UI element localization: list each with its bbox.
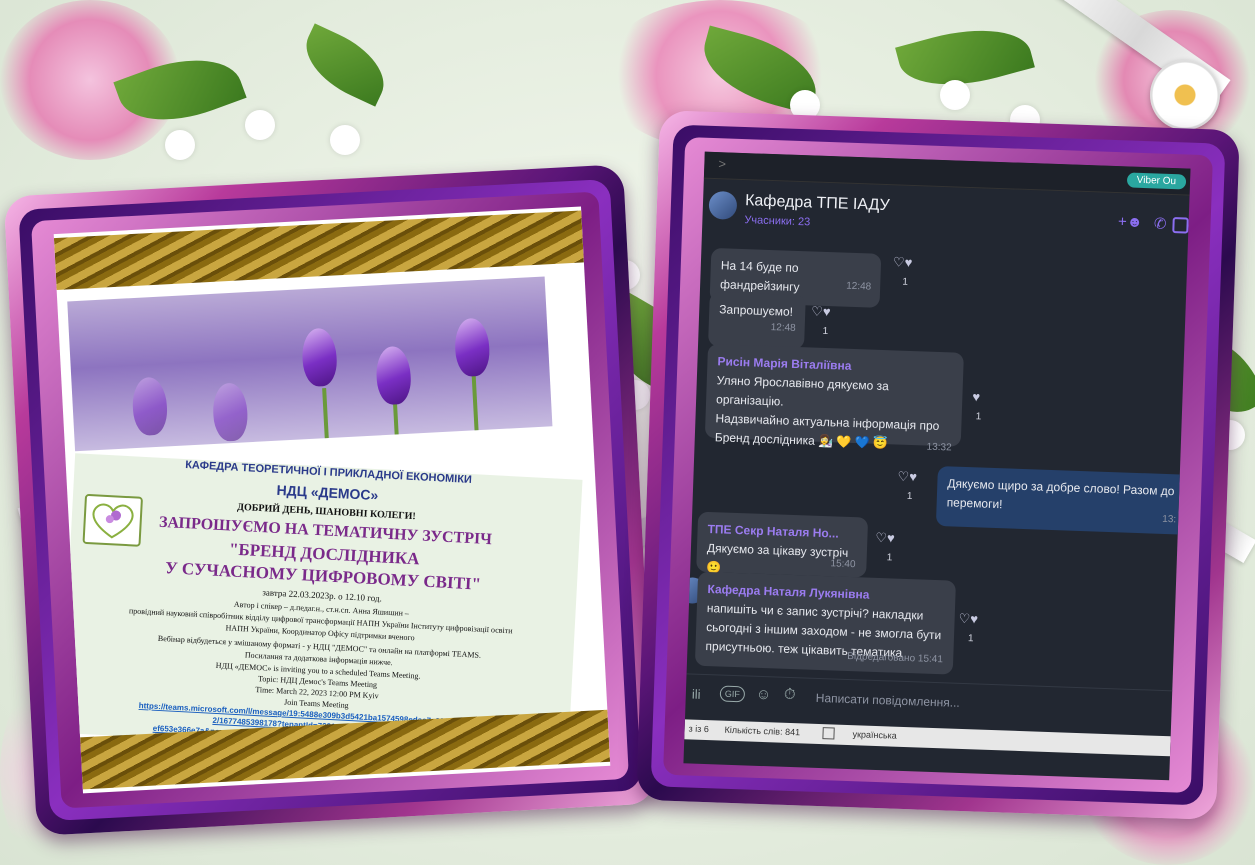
heart-icon[interactable]: ♡♥: [897, 469, 917, 486]
viber-out-badge[interactable]: Viber Ou: [1126, 172, 1187, 190]
proofing-icon[interactable]: [822, 727, 835, 740]
crocus-flower: [301, 327, 339, 388]
heart-icon[interactable]: ♥: [972, 389, 980, 404]
message-time: 12:48: [845, 280, 872, 293]
crocus-photo: [67, 276, 553, 452]
announcement-document: КАФЕДРА ТЕОРЕТИЧНОЇ І ПРИКЛАДНОЇ ЕКОНОМІ…: [53, 206, 611, 794]
timer-icon[interactable]: ⏱: [784, 686, 796, 703]
message-time: 13:32: [926, 441, 952, 454]
reaction-count: 1: [967, 633, 974, 645]
heart-icon[interactable]: ♡♥: [893, 254, 913, 271]
reaction-count: 1: [975, 411, 982, 423]
language[interactable]: українська: [852, 729, 897, 741]
chevron-right-icon[interactable]: >: [718, 156, 726, 171]
white-blossom: [330, 125, 360, 155]
leaf: [293, 23, 397, 107]
voice-icon[interactable]: іlі: [692, 687, 701, 702]
message-time: 12:48: [770, 322, 796, 334]
message-input[interactable]: Написати повідомлення...: [816, 691, 960, 710]
reaction-count: 1: [886, 552, 893, 564]
message-bubble[interactable]: Рисін Марія Віталіївна Уляно Ярославівно…: [704, 343, 964, 450]
message-bubble-own[interactable]: Дякуємо щиро за добре слово! Разом до пе…: [935, 465, 1191, 536]
gif-icon[interactable]: GIF: [719, 685, 746, 703]
member-count[interactable]: Учасники: 23: [744, 214, 810, 228]
message-bubble[interactable]: Запрошуємо!: [708, 291, 806, 350]
message-time: 15:40: [830, 558, 856, 571]
reaction-count: 1: [906, 490, 913, 503]
page-indicator: з із 6: [688, 723, 710, 735]
viber-chat-window: > Viber Ou Кафедра ТПЕ ІАДУ Учасники: 23…: [683, 151, 1191, 781]
reaction-count: 1: [902, 276, 909, 288]
phone-icon[interactable]: ✆: [1154, 214, 1167, 232]
word-count: Кількість слів: 841: [724, 724, 801, 738]
reaction-count: 1: [822, 325, 829, 338]
left-photo-frame: КАФЕДРА ТЕОРЕТИЧНОЇ І ПРИКЛАДНОЇ ЕКОНОМІ…: [3, 164, 657, 836]
white-blossom: [940, 80, 970, 110]
right-photo-frame: > Viber Ou Кафедра ТПЕ ІАДУ Учасники: 23…: [636, 110, 1240, 820]
crocus-flower: [453, 317, 491, 378]
crocus-flower: [375, 345, 413, 406]
message-text: Запрошуємо!: [719, 302, 794, 319]
sticker-icon[interactable]: ☺: [756, 686, 772, 704]
announcement-text: КАФЕДРА ТЕОРЕТИЧНОЇ І ПРИКЛАДНОЇ ЕКОНОМІ…: [60, 453, 583, 760]
white-blossom: [245, 110, 275, 140]
crocus-flower: [211, 382, 249, 442]
heart-icon[interactable]: ♡♥: [811, 303, 831, 320]
jewel-brooch: [1150, 60, 1220, 130]
video-icon[interactable]: [1172, 217, 1189, 234]
group-avatar[interactable]: [708, 190, 738, 220]
heart-icon[interactable]: ♡♥: [958, 611, 978, 628]
add-member-icon[interactable]: +☻: [1118, 213, 1143, 231]
message-time: 13:: [1162, 513, 1177, 526]
heart-icon[interactable]: ♡♥: [875, 530, 895, 547]
crocus-flower: [131, 376, 169, 437]
white-blossom: [165, 130, 195, 160]
chat-title[interactable]: Кафедра ТПЕ ІАДУ: [745, 192, 890, 215]
